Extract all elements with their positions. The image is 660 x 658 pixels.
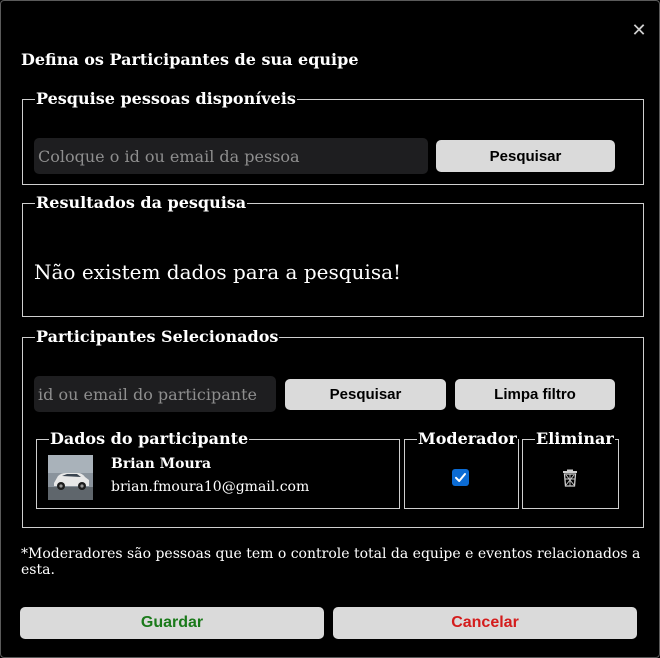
search-results-legend: Resultados da pesquisa bbox=[36, 193, 247, 212]
save-button[interactable]: Guardar bbox=[20, 607, 324, 639]
no-results-message: Não existem dados para a pesquisa! bbox=[34, 260, 402, 284]
trash-icon[interactable] bbox=[560, 468, 580, 488]
search-people-legend: Pesquise pessoas disponíveis bbox=[36, 89, 296, 108]
search-results-fieldset: Resultados da pesquisa bbox=[22, 194, 644, 317]
checkmark-icon bbox=[455, 473, 466, 482]
moderator-checkbox[interactable] bbox=[452, 469, 469, 486]
participant-filter-input[interactable] bbox=[34, 376, 276, 412]
selected-participants-legend: Participantes Selecionados bbox=[36, 327, 279, 346]
save-button-label: Guardar bbox=[140, 614, 204, 631]
participant-data-header: Dados do participante bbox=[50, 429, 249, 448]
cancel-button-label: Cancelar bbox=[451, 614, 519, 631]
participants-dialog: ✕ Defina os Participantes de sua equipe … bbox=[0, 0, 660, 658]
remove-header: Eliminar bbox=[536, 429, 614, 448]
close-icon[interactable]: ✕ bbox=[629, 21, 649, 41]
participant-name: Brian Moura bbox=[111, 456, 212, 472]
moderator-header: Moderador bbox=[418, 429, 517, 448]
search-people-button[interactable]: Pesquisar bbox=[436, 140, 615, 172]
moderator-footnote: *Moderadores são pessoas que tem o contr… bbox=[21, 546, 641, 578]
cancel-button[interactable]: Cancelar bbox=[333, 607, 637, 639]
car-photo-avatar bbox=[48, 455, 93, 500]
avatar-image bbox=[48, 455, 93, 500]
filter-search-button[interactable]: Pesquisar bbox=[285, 379, 446, 410]
participant-email: brian.fmoura10@gmail.com bbox=[111, 479, 310, 495]
search-people-input[interactable] bbox=[34, 138, 428, 174]
clear-filter-button[interactable]: Limpa filtro bbox=[455, 379, 615, 410]
dialog-title: Defina os Participantes de sua equipe bbox=[21, 50, 359, 69]
